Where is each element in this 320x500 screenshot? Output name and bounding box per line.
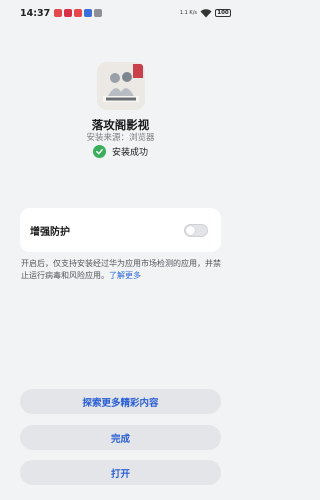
install-status: 安装成功 <box>0 144 241 158</box>
battery-icon: 100 <box>215 9 231 17</box>
wifi-icon <box>200 8 212 17</box>
status-bar: 14:37 1.1 K/s 100 <box>0 0 241 26</box>
learn-more-link[interactable]: 了解更多 <box>109 271 141 280</box>
explore-more-button[interactable]: 探索更多精彩内容 <box>20 389 221 414</box>
enhanced-protection-card: 增强防护 <box>20 208 221 252</box>
enhanced-protection-label: 增强防护 <box>30 226 70 238</box>
install-source: 安装来源：浏览器 <box>86 133 155 143</box>
status-right: 1.1 K/s 100 <box>179 8 231 18</box>
app-notification-icon <box>74 9 83 17</box>
app-notification-icon <box>64 9 73 17</box>
more-notifications-icon <box>94 9 103 17</box>
notification-icons <box>54 9 103 17</box>
app-notification-icon <box>84 9 93 17</box>
done-button[interactable]: 完成 <box>20 425 221 450</box>
app-poster-icon <box>97 62 145 110</box>
app-notification-icon <box>54 9 63 17</box>
network-speed: 1.1 K/s <box>179 9 197 16</box>
install-status-text: 安装成功 <box>111 147 148 158</box>
protection-description: 开启后，仅支持安装经过华为应用市场检测的应用，并禁止运行病毒和风险应用。了解更多 <box>21 258 225 282</box>
open-button[interactable]: 打开 <box>20 460 221 485</box>
enhanced-protection-toggle[interactable] <box>184 223 208 237</box>
toggle-knob <box>186 225 195 235</box>
check-circle-icon <box>92 144 106 158</box>
status-time: 14:37 <box>20 7 51 19</box>
